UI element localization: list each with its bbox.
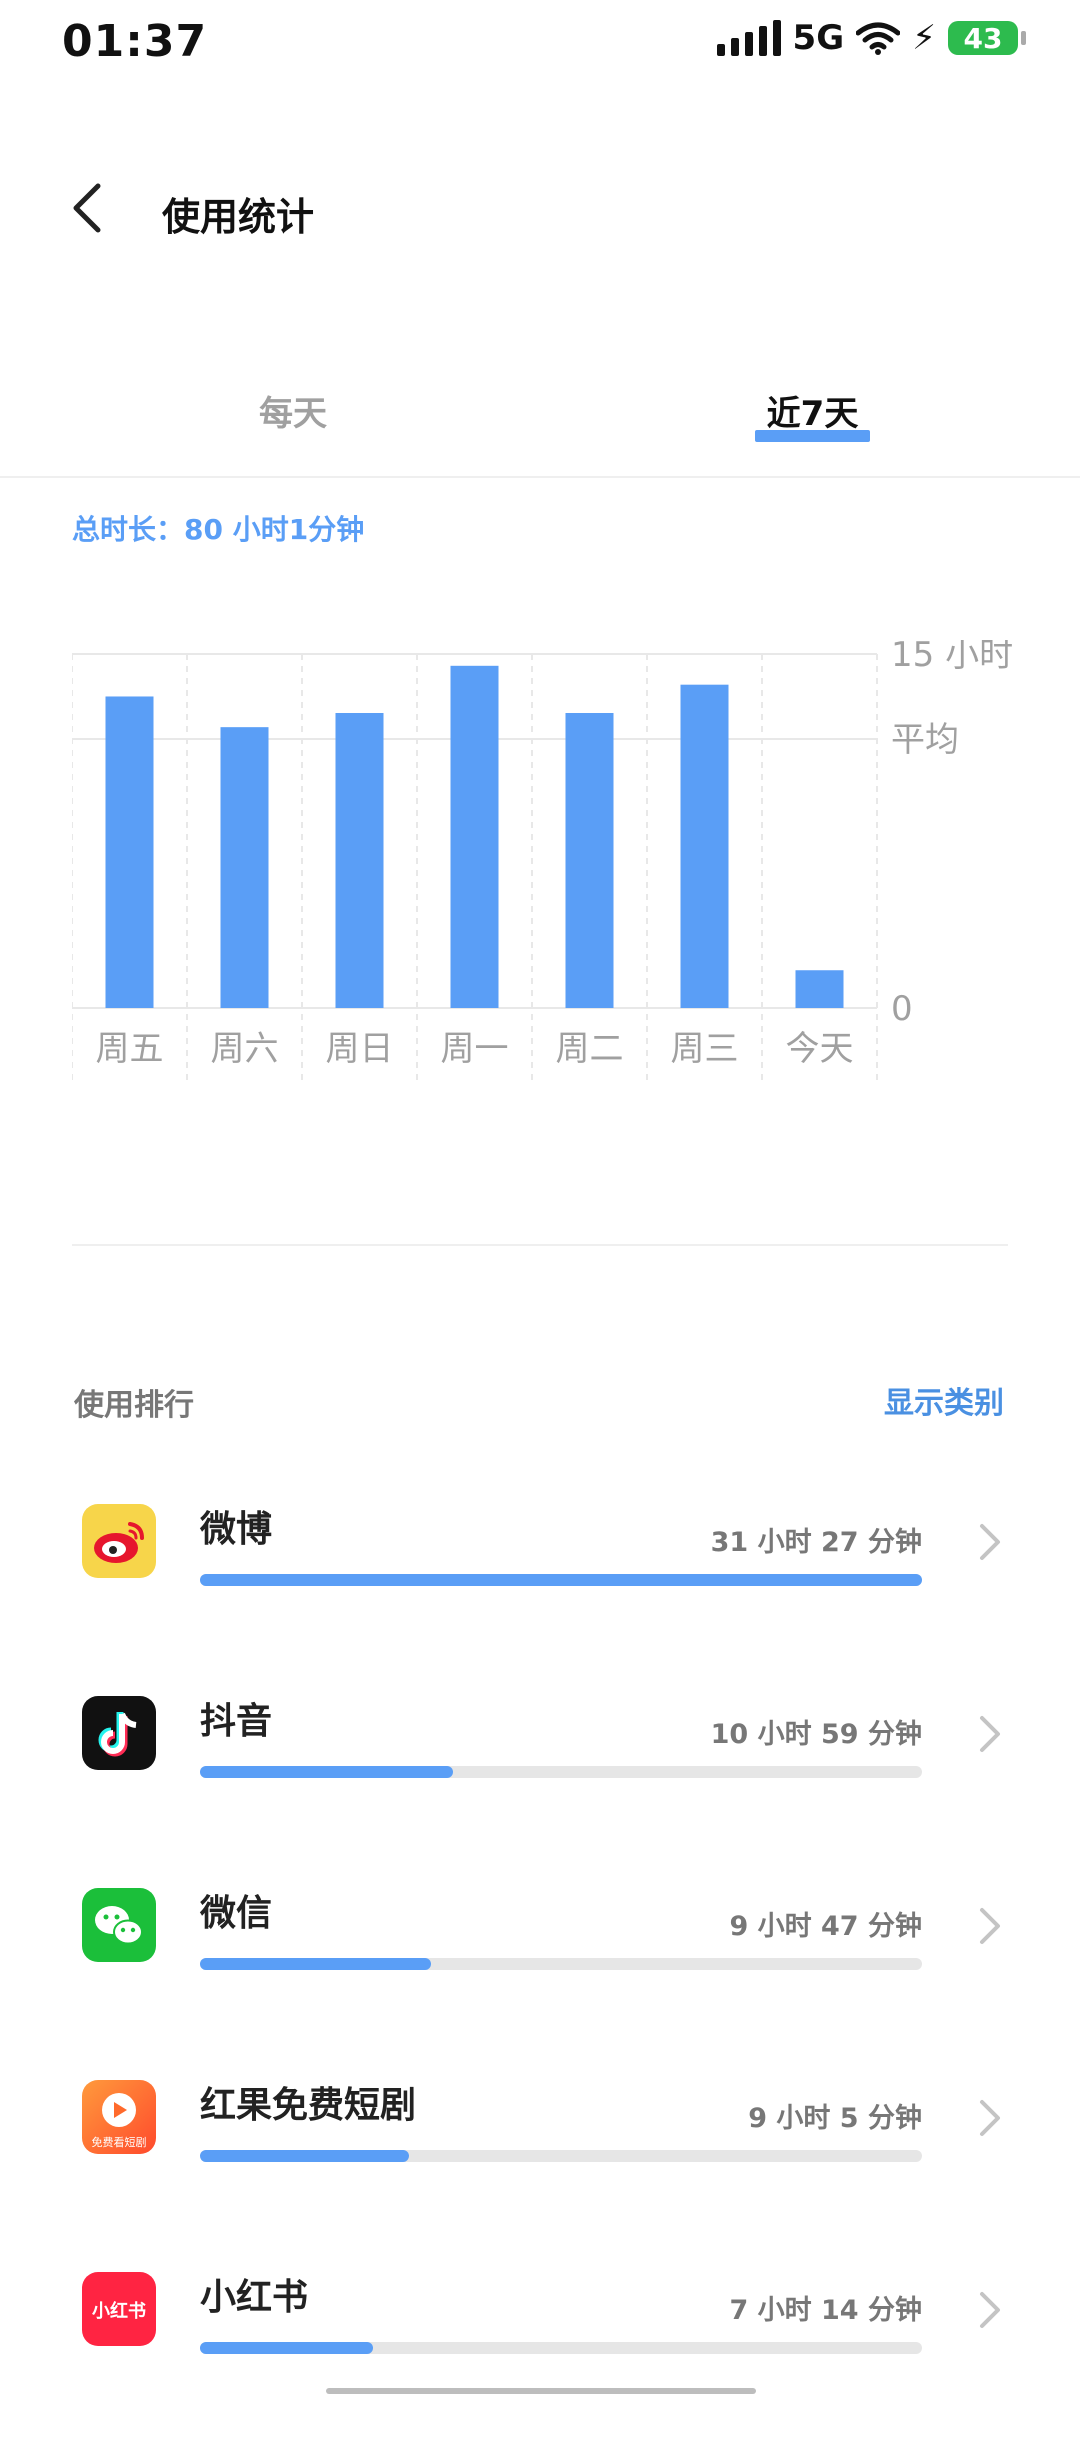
active-tab-indicator	[755, 430, 870, 442]
chart-bar	[795, 970, 844, 1008]
network-type: 5G	[792, 18, 845, 58]
y-tick-label: 15 小时	[891, 640, 1012, 675]
douyin-icon	[82, 1696, 156, 1770]
app-usage-time: 7 小时 14 分钟	[729, 2295, 922, 2326]
chevron-right-icon	[980, 2292, 1000, 2328]
usage-progress-bar	[200, 1958, 922, 1970]
app-usage-time: 31 小时 27 分钟	[710, 1527, 922, 1558]
app-usage-row[interactable]: 微博 31 小时 27 分钟	[0, 1500, 1080, 1692]
usage-progress-bar	[200, 1766, 922, 1778]
usage-progress-fill	[200, 1574, 922, 1586]
status-icons: 5G ⚡ 43	[716, 18, 1026, 58]
battery-icon: 43	[948, 21, 1026, 55]
chevron-right-icon	[980, 1524, 1000, 1560]
show-categories-link[interactable]: 显示类别	[884, 1378, 1004, 1422]
home-indicator	[326, 2388, 756, 2394]
usage-progress-fill	[200, 2342, 374, 2354]
chart-bar	[565, 713, 614, 1008]
app-usage-row[interactable]: 免费看短剧 红果免费短剧 9 小时 5 分钟	[0, 2076, 1080, 2268]
icon-caption: 小红书	[92, 2300, 146, 2322]
total-duration: 总时长：80 小时1分钟	[72, 513, 365, 546]
tab-last-7-days[interactable]: 近7天	[755, 386, 870, 435]
x-tick-label: 周五	[96, 1029, 164, 1069]
hongguo-icon: 免费看短剧	[82, 2080, 156, 2154]
x-tick-label: 今天	[786, 1029, 854, 1069]
app-usage-time: 9 小时 5 分钟	[748, 2103, 922, 2134]
chevron-right-icon	[980, 1716, 1000, 1752]
usage-progress-bar	[200, 1574, 922, 1586]
chart-bar	[105, 696, 154, 1008]
chart-bar	[450, 665, 499, 1008]
usage-progress-bar	[200, 2342, 922, 2354]
divider	[72, 1244, 1008, 1246]
cell-signal-icon	[716, 20, 781, 56]
x-tick-label: 周一	[441, 1029, 509, 1069]
x-tick-label: 周日	[326, 1029, 394, 1069]
x-tick-label: 周三	[671, 1029, 739, 1069]
app-name: 红果免费短剧	[200, 2085, 417, 2126]
x-tick-label: 周六	[211, 1029, 279, 1069]
app-name: 微博	[200, 1509, 273, 1550]
x-tick-label: 周二	[556, 1029, 624, 1069]
app-name: 抖音	[200, 1701, 273, 1742]
charging-icon: ⚡	[912, 18, 936, 58]
tab-daily[interactable]: 每天	[228, 386, 358, 435]
usage-progress-fill	[200, 1766, 453, 1778]
app-name: 小红书	[200, 2277, 309, 2318]
divider	[0, 476, 1080, 478]
page-title: 使用统计	[162, 195, 315, 239]
app-usage-time: 9 小时 47 分钟	[729, 1911, 922, 1942]
usage-progress-bar	[200, 2150, 922, 2162]
wifi-icon	[856, 22, 901, 55]
app-name: 微信	[200, 1893, 273, 1934]
xiaohongshu-icon: 小红书	[82, 2272, 156, 2346]
chart-bar	[680, 684, 729, 1008]
app-usage-row[interactable]: 小红书 小红书 7 小时 14 分钟	[0, 2268, 1080, 2460]
app-usage-time: 10 小时 59 分钟	[710, 1719, 922, 1750]
chart-bar	[220, 727, 269, 1008]
y-tick-label: 0	[891, 989, 913, 1029]
y-tick-label: 平均	[891, 720, 959, 760]
weibo-icon	[82, 1504, 156, 1578]
back-icon[interactable]	[68, 182, 108, 234]
chevron-right-icon	[980, 1908, 1000, 1944]
icon-caption: 免费看短剧	[92, 2135, 147, 2149]
chevron-right-icon	[980, 2100, 1000, 2136]
usage-progress-fill	[200, 2150, 410, 2162]
usage-progress-fill	[200, 1958, 432, 1970]
wechat-icon	[82, 1888, 156, 1962]
usage-bar-chart: 15 小时平均 0 周五 周六 周日 周一 周二 周三 今天	[72, 640, 1012, 1080]
app-usage-row[interactable]: 微信 9 小时 47 分钟	[0, 1884, 1080, 2076]
ranking-label: 使用排行	[74, 1388, 194, 1423]
status-time: 01:37	[62, 16, 208, 67]
chart-bar	[335, 713, 384, 1008]
app-usage-row[interactable]: 抖音 10 小时 59 分钟	[0, 1692, 1080, 1884]
